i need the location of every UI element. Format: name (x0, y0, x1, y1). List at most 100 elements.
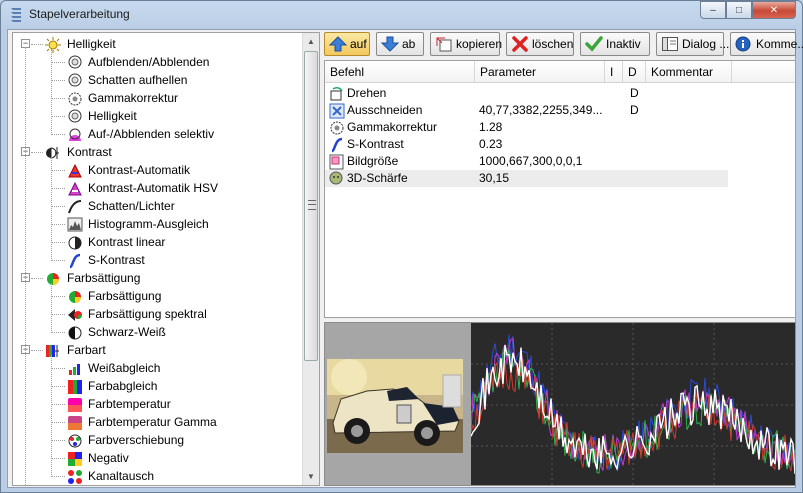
tree-item[interactable]: Gammakorrektur (13, 89, 303, 107)
i-cell (609, 153, 623, 170)
command-name: Bildgröße (347, 154, 399, 168)
comment-cell (651, 153, 731, 170)
tree-item[interactable]: Farbverschiebung (13, 431, 303, 449)
column-header-d[interactable]: D (623, 61, 646, 83)
histogram-icon (67, 217, 83, 232)
title-bar[interactable]: Stapelverarbeitung – □ ✕ (1, 1, 802, 29)
column-header-comment[interactable]: Kommentar (646, 61, 732, 83)
tree-item-label: Helligkeit (88, 109, 137, 123)
tree-item-label: Farbverschiebung (88, 433, 185, 447)
delete-x-icon (512, 36, 528, 52)
tree-item[interactable]: Negativ (13, 449, 303, 467)
tree-scrollbar[interactable]: ▲ ▼ (302, 33, 319, 485)
table-row[interactable]: 3D-Schärfe 30,15 (325, 170, 728, 187)
tree-item-label: Kontrast-Automatik HSV (88, 181, 219, 195)
tree-item[interactable]: Kanaltausch (13, 467, 303, 485)
tree-item[interactable]: Aufblenden/Abblenden (13, 53, 303, 71)
tree-item[interactable]: Auf-/Abblenden selektiv (13, 125, 303, 143)
auto-contrast-hsv-icon (67, 181, 83, 196)
column-header-command[interactable]: Befehl (325, 61, 475, 83)
move-up-label: auf (350, 37, 367, 51)
caption-buttons: – □ ✕ (700, 1, 796, 21)
command-list[interactable]: Befehl Parameter I D Kommentar Drehen D Au… (324, 60, 796, 318)
tree-item[interactable]: Weißabgleich (13, 359, 303, 377)
tree-item[interactable]: Histogramm-Ausgleich (13, 215, 303, 233)
saturation-icon (67, 289, 83, 303)
tree-connector (51, 260, 65, 261)
tree-item-label: Kanaltausch (88, 469, 155, 483)
tree-item-label: Schatten aufhellen (88, 73, 188, 87)
toolbar: auf ab kopieren löschen Inaktiv Dialog .… (324, 32, 803, 58)
tree-item[interactable]: S-Kontrast (13, 251, 303, 269)
tree-item-label: Weißabgleich (88, 361, 161, 375)
maximize-button[interactable]: □ (726, 1, 752, 19)
tree-connector (51, 386, 65, 387)
dialog-window-icon (662, 37, 678, 51)
gear-icon (67, 91, 83, 106)
color-shift-icon (67, 433, 83, 448)
i-cell (609, 136, 623, 153)
move-up-button[interactable]: auf (324, 32, 370, 56)
table-row[interactable]: Drehen D (325, 85, 728, 102)
tree-item[interactable]: Kontrast linear (13, 233, 303, 251)
tree-item[interactable]: Farbtemperatur (13, 395, 303, 413)
tree-item-label: Kontrast linear (88, 235, 166, 249)
arrow-down-icon (381, 36, 399, 52)
tree-item[interactable]: Farbsättigung spektral (13, 305, 303, 323)
tree-connector (31, 44, 43, 45)
comment-cell (651, 102, 731, 119)
tree-item[interactable]: Kontrast-Automatik (13, 161, 303, 179)
auto-contrast-icon (67, 163, 83, 178)
tree-connector (51, 116, 65, 117)
i-cell (609, 85, 623, 102)
d-cell (630, 136, 646, 153)
scroll-thumb[interactable] (304, 51, 318, 361)
tree-item-label: Kontrast-Automatik (88, 163, 191, 177)
tree-item[interactable]: Farbabgleich (13, 377, 303, 395)
table-row[interactable]: Gammakorrektur 1.28 (325, 119, 728, 136)
tree-group[interactable]: − Farbsättigung (13, 269, 303, 287)
tree-connector (51, 188, 65, 189)
tree-item[interactable]: Farbtemperatur Gamma (13, 413, 303, 431)
command-cell: Ausschneiden (329, 102, 475, 119)
tree-item[interactable]: Schatten/Lichter (13, 197, 303, 215)
parameter-cell: 40,77,3382,2255,349... (479, 103, 603, 117)
column-header-parameter[interactable]: Parameter (475, 61, 605, 83)
tree-item-label: Histogramm-Ausgleich (88, 217, 209, 231)
tree-item-label: Farbtemperatur Gamma (88, 415, 217, 429)
command-name: Drehen (347, 86, 387, 100)
tree-item[interactable]: Schatten aufhellen (13, 71, 303, 89)
copy-button[interactable]: kopieren (430, 32, 502, 56)
tree-group[interactable]: − Farbart (13, 341, 303, 359)
function-tree[interactable]: − Helligkeit Aufblenden/Abblenden Schatten … (12, 32, 320, 486)
delete-button[interactable]: löschen (506, 32, 574, 56)
scroll-up-arrow-icon[interactable]: ▲ (303, 33, 319, 50)
table-row[interactable]: Ausschneiden 40,77,3382,2255,349... D (325, 102, 728, 119)
move-down-button[interactable]: ab (376, 32, 424, 56)
parameter-cell (479, 85, 603, 102)
scroll-down-arrow-icon[interactable]: ▼ (303, 468, 319, 485)
comment-button[interactable]: Komme... (730, 32, 803, 56)
comment-cell (651, 85, 731, 102)
tree-group[interactable]: − Kontrast (13, 143, 303, 161)
tree-connector (51, 157, 52, 261)
minimize-button[interactable]: – (700, 1, 726, 19)
color-balance-icon (67, 379, 83, 394)
tree-item[interactable]: Kontrast-Automatik HSV (13, 179, 303, 197)
column-header-i[interactable]: I (605, 61, 623, 83)
tree-item[interactable]: Farbsättigung (13, 287, 303, 305)
sun-icon (45, 37, 61, 53)
table-row[interactable]: Bildgröße 1000,667,300,0,0,1 (325, 153, 728, 170)
arrow-up-icon (329, 36, 347, 52)
black-white-icon (67, 325, 83, 340)
inactive-button[interactable]: Inaktiv (580, 32, 650, 56)
app-icon (11, 8, 21, 22)
table-row[interactable]: S-Kontrast 0.23 (325, 136, 728, 153)
dialog-button[interactable]: Dialog ... (656, 32, 729, 56)
tree-connector (31, 278, 43, 279)
close-button[interactable]: ✕ (752, 1, 796, 19)
tree-group[interactable]: − Helligkeit (13, 35, 303, 53)
tree-item[interactable]: Helligkeit (13, 107, 303, 125)
tree-item[interactable]: Schwarz-Weiß (13, 323, 303, 341)
tree-connector (51, 80, 65, 81)
